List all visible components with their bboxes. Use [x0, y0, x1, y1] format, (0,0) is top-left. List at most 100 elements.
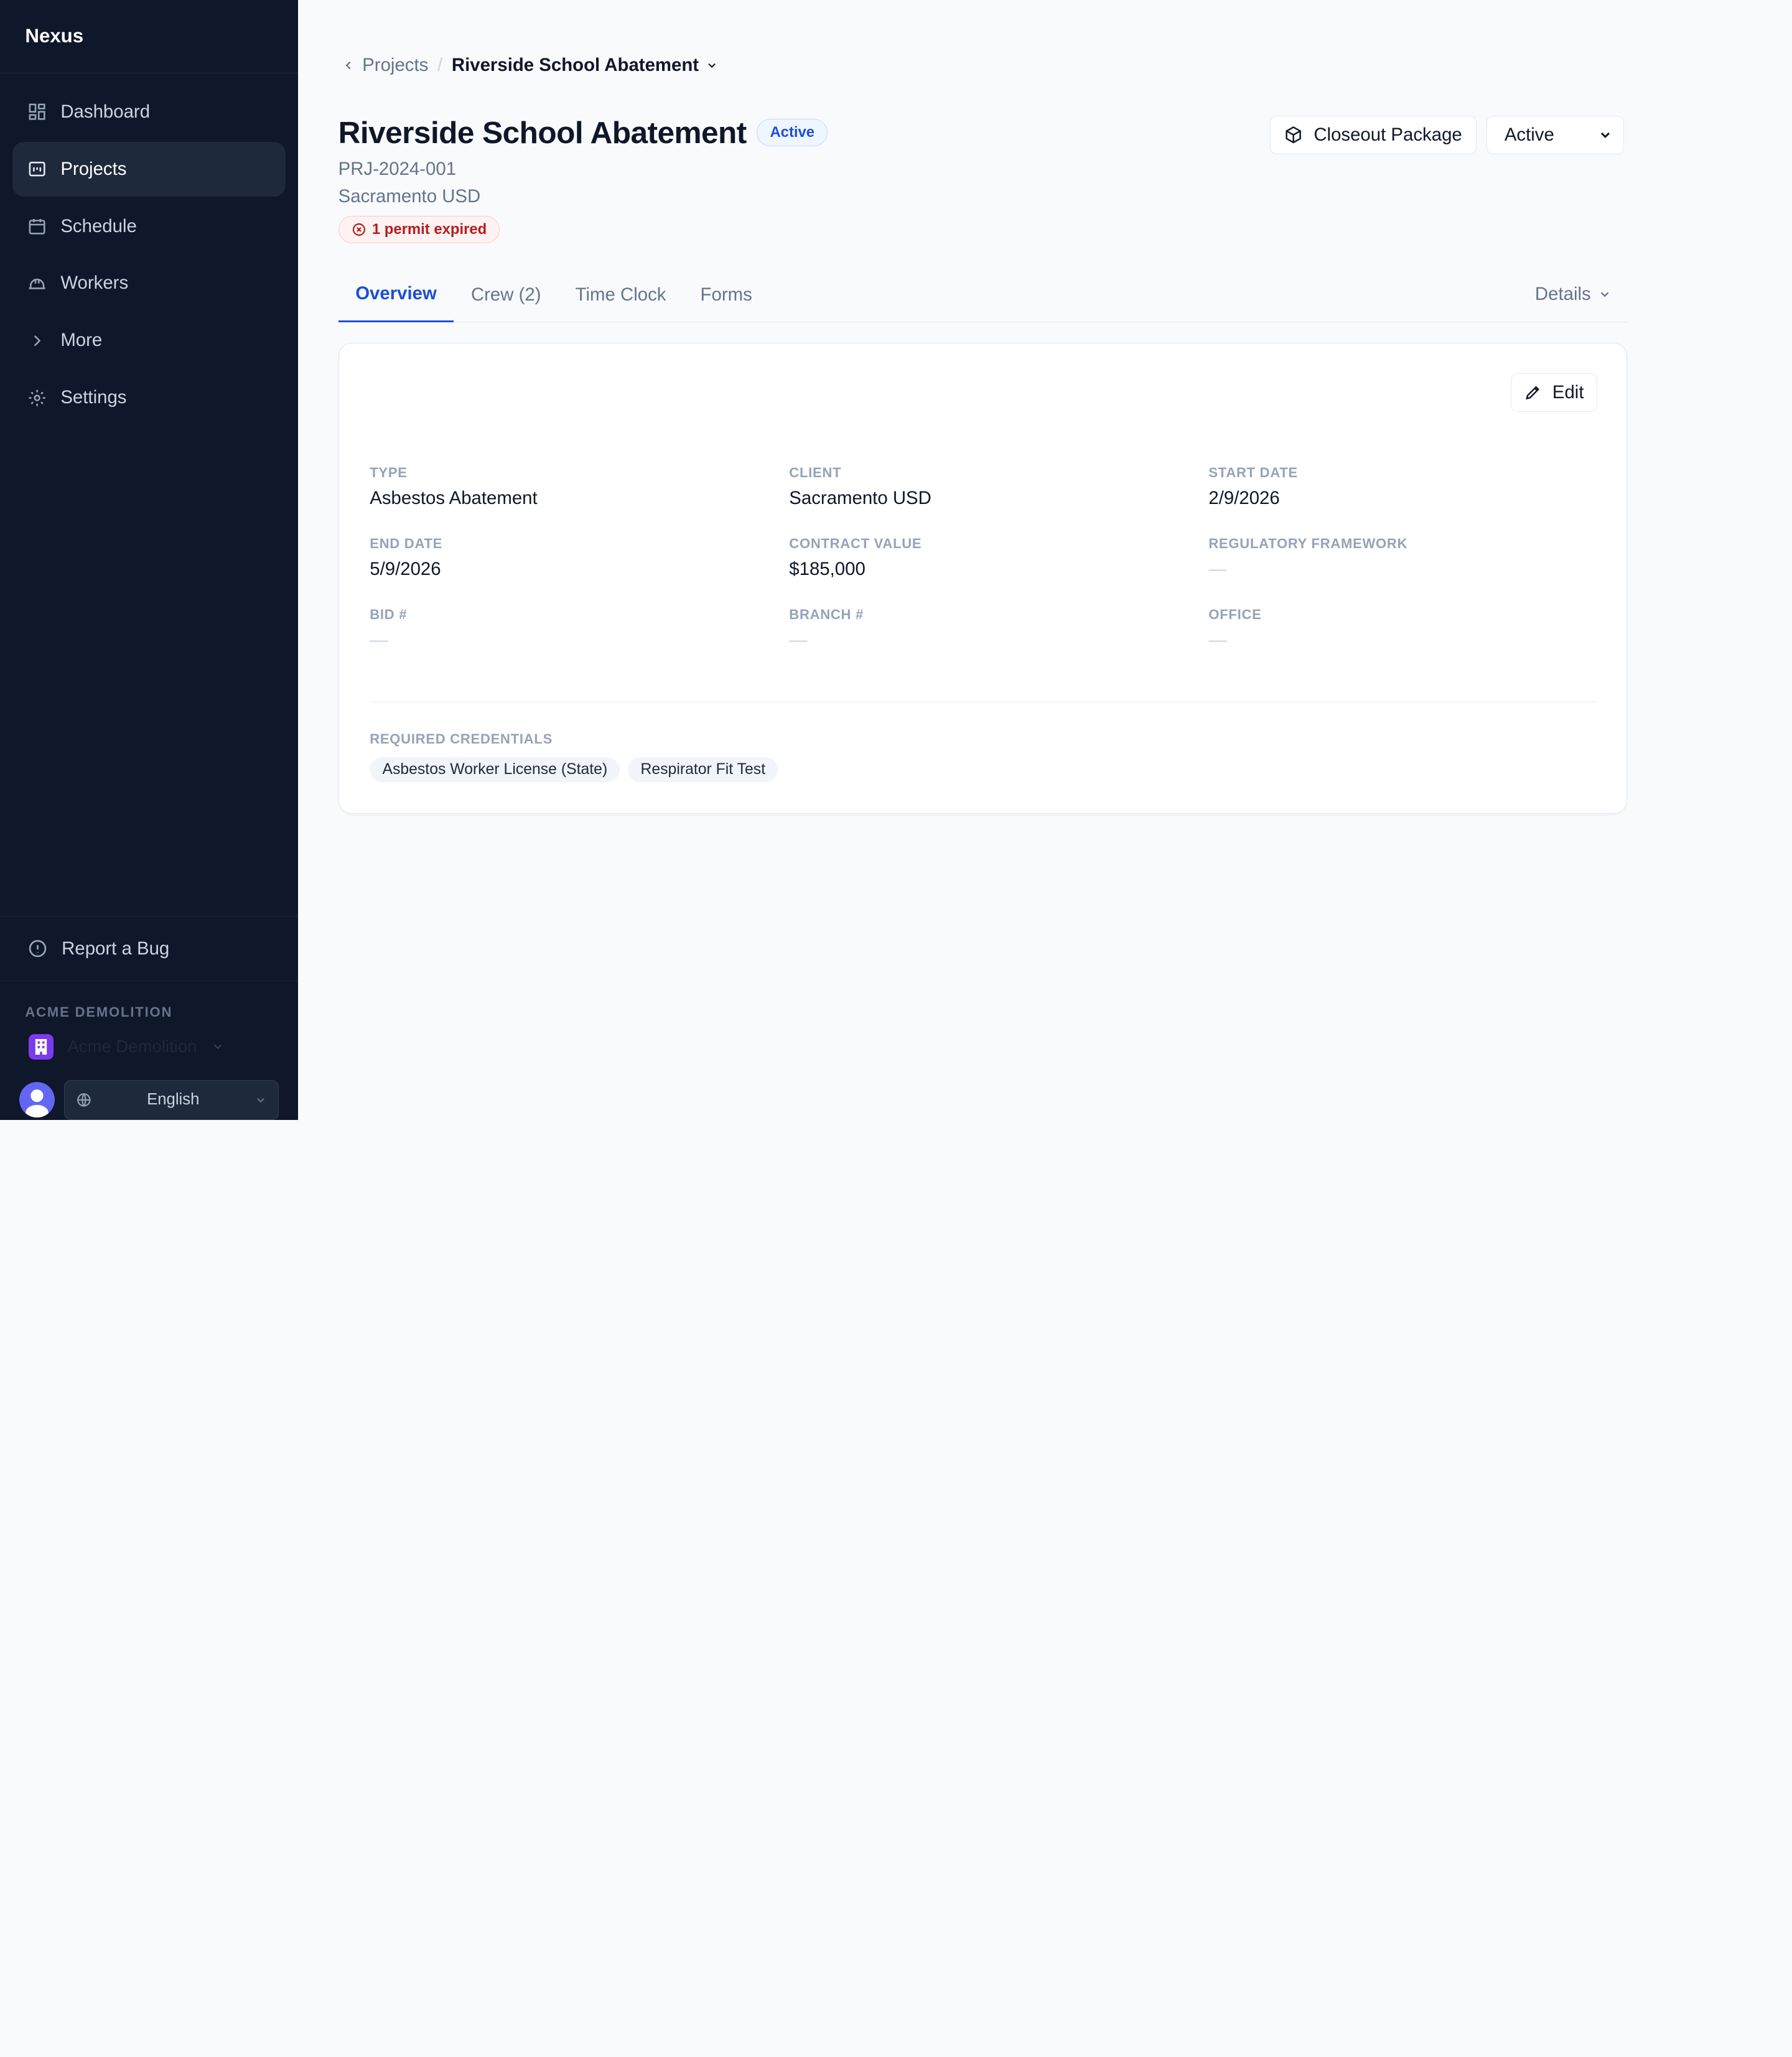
projects-icon	[27, 159, 47, 179]
chevron-down-icon	[706, 59, 718, 72]
org-name: Acme Demolition	[67, 1037, 197, 1056]
report-bug-button[interactable]: Report a Bug	[0, 917, 299, 982]
breadcrumb-project-switcher[interactable]: Riverside School Abatement	[452, 55, 718, 76]
sidebar-item-label: Settings	[60, 387, 127, 408]
details-label: Details	[1534, 284, 1591, 305]
sidebar-item-label: Projects	[60, 158, 127, 179]
dashboard-icon	[27, 102, 47, 121]
field-label: REGULATORY FRAMEWORK	[1208, 535, 1408, 551]
edit-label: Edit	[1552, 381, 1584, 403]
closeout-package-button[interactable]: Closeout Package	[1269, 115, 1477, 154]
tab-details-dropdown[interactable]: Details	[1535, 268, 1628, 322]
field-bid-number: BID # —	[370, 607, 789, 653]
page-title: Riverside School Abatement	[338, 114, 747, 150]
chevron-down-icon	[1598, 128, 1613, 142]
title-row: Riverside School Abatement Active	[338, 114, 828, 151]
field-label: CONTRACT VALUE	[789, 535, 922, 551]
pencil-icon	[1524, 383, 1542, 401]
field-value: Asbestos Abatement	[370, 487, 538, 508]
calendar-icon	[27, 217, 47, 236]
field-value: 5/9/2026	[370, 558, 441, 579]
permit-alert-badge[interactable]: 1 permit expired	[338, 216, 500, 244]
field-label: TYPE	[370, 464, 408, 480]
gear-icon	[27, 388, 47, 408]
field-start-date: START DATE 2/9/2026	[1208, 465, 1626, 511]
field-label: END DATE	[370, 535, 443, 551]
language-select[interactable]: English	[63, 1080, 279, 1120]
field-contract-value: CONTRACT VALUE $185,000	[789, 536, 1208, 582]
field-office: OFFICE —	[1208, 607, 1626, 653]
credentials-label: REQUIRED CREDENTIALS	[370, 730, 553, 747]
field-end-date: END DATE 5/9/2026	[370, 536, 789, 582]
sidebar-item-projects[interactable]: Projects	[12, 141, 286, 197]
sidebar-item-schedule[interactable]: Schedule	[12, 199, 286, 254]
sidebar-footer: Report a Bug ACME DEMOLITION Acme Demoli…	[0, 915, 299, 1120]
org-switcher[interactable]: Acme Demolition	[0, 1020, 298, 1060]
edit-button[interactable]: Edit	[1510, 373, 1597, 413]
closeout-label: Closeout Package	[1314, 124, 1462, 145]
field-client: CLIENT Sacramento USD	[789, 465, 1208, 511]
main-content: Projects / Riverside School Abatement Ri…	[298, 0, 1792, 1120]
language-value: English	[147, 1091, 200, 1109]
field-value: 2/9/2026	[1208, 487, 1280, 508]
field-value: —	[1208, 629, 1227, 650]
field-value: —	[370, 629, 388, 650]
chevron-down-icon	[254, 1094, 267, 1106]
project-code: PRJ-2024-001	[338, 159, 457, 180]
tab-overview[interactable]: Overview	[338, 268, 454, 322]
field-label: OFFICE	[1208, 606, 1262, 622]
tab-forms[interactable]: Forms	[683, 268, 769, 322]
details-grid: TYPE Asbestos Abatement CLIENT Sacrament…	[370, 465, 1626, 653]
sidebar-item-label: Dashboard	[60, 101, 151, 122]
field-value: $185,000	[789, 558, 866, 579]
breadcrumb-separator: /	[437, 55, 443, 76]
user-row: English	[0, 1060, 298, 1120]
breadcrumb: Projects / Riverside School Abatement	[342, 55, 718, 76]
org-section-label: ACME DEMOLITION	[25, 1004, 173, 1020]
sidebar-nav: Dashboard Projects Schedule Workers More…	[0, 73, 298, 437]
app-root: Nexus Dashboard Projects Schedule Worker…	[0, 0, 1792, 1120]
sidebar-item-label: Schedule	[60, 215, 137, 236]
sidebar-item-settings[interactable]: Settings	[12, 370, 286, 425]
globe-icon	[76, 1092, 92, 1108]
status-badge: Active	[757, 118, 828, 146]
overview-card: Edit TYPE Asbestos Abatement CLIENT Sacr…	[338, 343, 1628, 814]
x-circle-icon	[352, 222, 366, 237]
field-label: CLIENT	[789, 464, 842, 480]
permit-alert-label: 1 permit expired	[371, 221, 487, 238]
project-client: Sacramento USD	[338, 186, 481, 207]
breadcrumb-parent-label: Projects	[362, 55, 429, 76]
field-label: START DATE	[1208, 464, 1298, 480]
field-label: BID #	[370, 606, 408, 622]
report-bug-label: Report a Bug	[62, 938, 170, 959]
status-select-value: Active	[1504, 124, 1554, 145]
status-select[interactable]: Active	[1486, 115, 1624, 154]
alert-circle-icon	[27, 938, 48, 959]
credentials-list: Asbestos Worker License (State) Respirat…	[370, 757, 778, 783]
chevron-right-icon	[27, 331, 47, 350]
hard-hat-icon	[27, 274, 47, 293]
field-value: —	[789, 629, 808, 650]
card-divider	[370, 701, 1596, 702]
sidebar-item-more[interactable]: More	[12, 313, 286, 368]
sidebar-item-label: Workers	[60, 273, 129, 294]
sidebar-item-label: More	[60, 330, 103, 351]
field-branch-number: BRANCH # —	[789, 607, 1208, 653]
field-value: —	[1208, 558, 1227, 579]
sidebar-item-workers[interactable]: Workers	[12, 256, 286, 310]
tab-bar: Overview Crew (2) Time Clock Forms Detai…	[338, 268, 1628, 322]
field-value: Sacramento USD	[789, 487, 931, 508]
tab-crew[interactable]: Crew (2)	[454, 268, 558, 322]
avatar[interactable]	[19, 1082, 55, 1118]
package-icon	[1284, 126, 1302, 144]
tab-time-clock[interactable]: Time Clock	[558, 268, 683, 322]
breadcrumb-projects-link[interactable]: Projects	[342, 55, 428, 76]
sidebar-item-dashboard[interactable]: Dashboard	[12, 85, 286, 139]
breadcrumb-current-label: Riverside School Abatement	[451, 55, 699, 76]
chevron-down-icon	[211, 1040, 225, 1053]
brand-logo[interactable]: Nexus	[0, 0, 299, 73]
field-regulatory-framework: REGULATORY FRAMEWORK —	[1208, 536, 1626, 582]
field-label: BRANCH #	[789, 606, 864, 622]
credential-chip: Asbestos Worker License (State)	[370, 757, 620, 783]
